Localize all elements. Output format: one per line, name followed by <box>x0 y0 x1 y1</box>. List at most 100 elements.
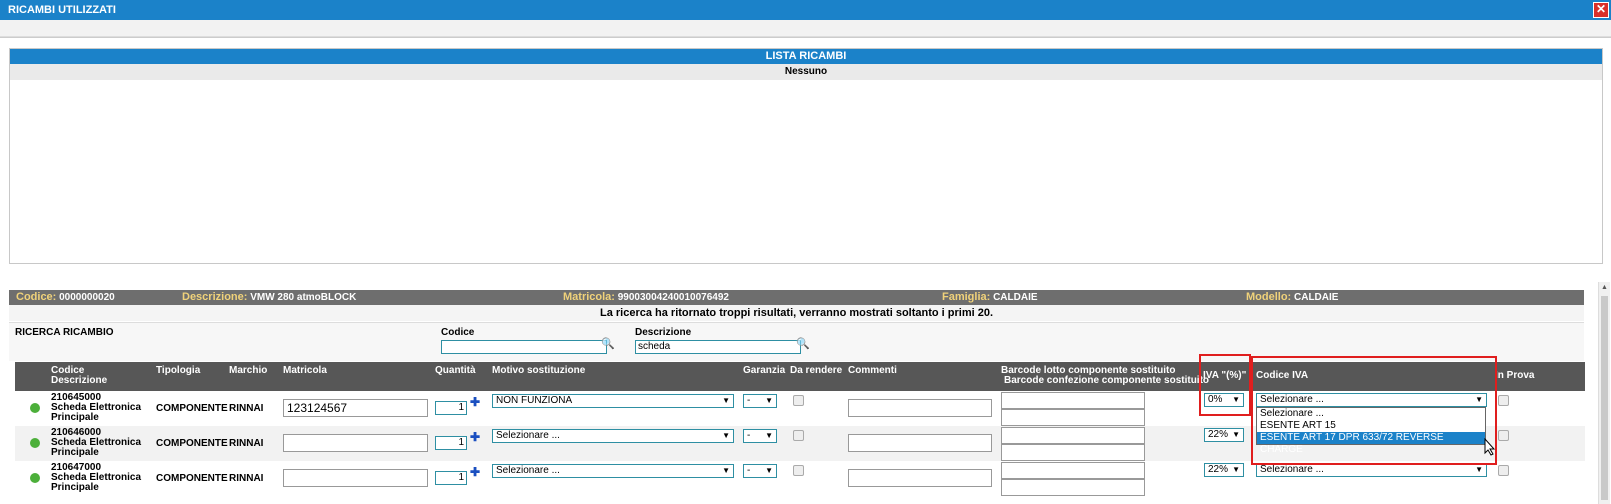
commenti-input[interactable] <box>848 469 992 487</box>
plus-icon[interactable]: ✚ <box>470 395 480 409</box>
garanzia-select[interactable]: - ▼ <box>743 429 777 443</box>
lista-empty-text: Nessuno <box>10 64 1602 80</box>
info-modello-value: CALDAIE <box>1294 292 1339 303</box>
row-code-desc: 210647000 Scheda Elettronica Principale <box>51 463 141 493</box>
iva-value: 22% <box>1208 464 1229 475</box>
vertical-scrollbar[interactable]: ▲ <box>1598 282 1610 504</box>
info-matricola-value: 99003004240010076492 <box>617 292 729 303</box>
header-matricola: Matricola <box>283 365 327 376</box>
header-motivo: Motivo sostituzione <box>492 365 586 376</box>
chevron-down-icon: ▼ <box>1232 465 1240 474</box>
header-commenti: Commenti <box>848 365 897 376</box>
garanzia-select[interactable]: - ▼ <box>743 464 777 478</box>
in-prova-checkbox[interactable] <box>1498 395 1509 406</box>
da-rendere-checkbox[interactable] <box>793 430 804 441</box>
motivo-select[interactable]: NON FUNZIONA ▼ <box>492 394 734 408</box>
quantity-input[interactable]: 1 <box>435 471 467 485</box>
row-marchio: RINNAI <box>229 403 264 414</box>
product-info-bar: Codice: 0000000020 Descrizione: VMW 280 … <box>9 290 1584 305</box>
commenti-input[interactable] <box>848 434 992 452</box>
barcode-confezione-input[interactable] <box>1001 444 1145 461</box>
status-ok-icon <box>30 438 40 448</box>
motivo-value: Selezionare ... <box>496 465 560 476</box>
scroll-up-icon[interactable]: ▲ <box>1601 284 1608 291</box>
iva-select[interactable]: 22% ▼ <box>1204 463 1244 477</box>
window-titlebar: RICAMBI UTILIZZATI ✕ <box>0 0 1611 20</box>
iva-select[interactable]: 22% ▼ <box>1204 428 1244 442</box>
too-many-results-warning: La ricerca ha ritornato troppi risultati… <box>9 305 1584 321</box>
plus-icon[interactable]: ✚ <box>470 465 480 479</box>
motivo-value: NON FUNZIONA <box>496 395 573 406</box>
row-desc: Principale <box>51 447 99 458</box>
in-prova-checkbox[interactable] <box>1498 465 1509 476</box>
chevron-down-icon: ▼ <box>722 396 730 405</box>
close-icon[interactable]: ✕ <box>1593 2 1609 18</box>
search-codice-label: Codice <box>441 327 475 338</box>
motivo-select[interactable]: Selezionare ... ▼ <box>492 429 734 443</box>
info-descrizione: Descrizione: VMW 280 atmoBLOCK <box>182 290 356 305</box>
in-prova-checkbox[interactable] <box>1498 430 1509 441</box>
info-descrizione-value: VMW 280 atmoBLOCK <box>250 292 357 303</box>
chevron-down-icon: ▼ <box>765 466 773 475</box>
lista-ricambi-title: LISTA RICAMBI <box>10 49 1602 64</box>
search-descrizione-label: Descrizione <box>635 327 692 338</box>
toolbar-strip <box>0 20 1611 37</box>
info-codice: Codice: 0000000020 <box>16 290 115 305</box>
row-code-desc: 210645000 Scheda Elettronica Principale <box>51 393 141 423</box>
motivo-select[interactable]: Selezionare ... ▼ <box>492 464 734 478</box>
status-ok-icon <box>30 403 40 413</box>
plus-icon[interactable]: ✚ <box>470 430 480 444</box>
garanzia-select[interactable]: - ▼ <box>743 394 777 408</box>
barcode-lotto-input[interactable] <box>1001 427 1145 444</box>
matricola-input[interactable] <box>283 434 428 452</box>
row-tipologia: COMPONENTE <box>156 473 228 484</box>
header-da-rendere: Da rendere <box>790 365 843 376</box>
chevron-down-icon: ▼ <box>765 396 773 405</box>
search-codice-input[interactable] <box>441 340 607 354</box>
codice-iva-select[interactable]: Selezionare ... ▼ <box>1256 463 1487 477</box>
scrollbar-thumb[interactable] <box>1601 296 1608 500</box>
search-icon[interactable]: 🔍 <box>601 337 615 350</box>
info-famiglia-label: Famiglia: <box>942 291 991 303</box>
matricola-input[interactable]: 123124567 <box>283 399 428 417</box>
info-codice-label: Codice: <box>16 291 57 303</box>
mouse-cursor-icon <box>1484 438 1496 456</box>
chevron-down-icon: ▼ <box>722 431 730 440</box>
da-rendere-checkbox[interactable] <box>793 465 804 476</box>
barcode-lotto-input[interactable] <box>1001 392 1145 409</box>
header-in-prova: In Prova <box>1495 370 1535 381</box>
row-tipologia: COMPONENTE <box>156 438 228 449</box>
row-marchio: RINNAI <box>229 438 264 449</box>
chevron-down-icon: ▼ <box>765 431 773 440</box>
info-famiglia: Famiglia: CALDAIE <box>942 290 1038 305</box>
matricola-input[interactable] <box>283 469 428 487</box>
row-marchio: RINNAI <box>229 473 264 484</box>
info-descrizione-label: Descrizione: <box>182 291 248 303</box>
quantity-input[interactable]: 1 <box>435 401 467 415</box>
commenti-input[interactable] <box>848 399 992 417</box>
search-icon[interactable]: 🔍 <box>796 337 810 350</box>
search-descrizione-input[interactable]: scheda <box>635 340 801 354</box>
barcode-confezione-input[interactable] <box>1001 409 1145 426</box>
quantity-input[interactable]: 1 <box>435 436 467 450</box>
info-famiglia-value: CALDAIE <box>993 292 1038 303</box>
barcode-lotto-input[interactable] <box>1001 462 1145 479</box>
header-marchio: Marchio <box>229 365 268 376</box>
chevron-down-icon: ▼ <box>1232 430 1240 439</box>
da-rendere-checkbox[interactable] <box>793 395 804 406</box>
status-ok-icon <box>30 473 40 483</box>
info-modello: Modello: CALDAIE <box>1246 290 1338 305</box>
header-barcode-confezione: Barcode confezione componente sostituito <box>1004 375 1210 386</box>
info-matricola-label: Matricola: <box>563 291 615 303</box>
table-row[interactable]: 210647000 Scheda Elettronica Principale … <box>15 461 1585 496</box>
lista-ricambi-panel: LISTA RICAMBI Nessuno <box>9 48 1603 264</box>
header-garanzia: Garanzia <box>743 365 786 376</box>
row-code-desc: 210646000 Scheda Elettronica Principale <box>51 428 141 458</box>
info-matricola: Matricola: 99003004240010076492 <box>563 290 729 305</box>
garanzia-value: - <box>747 430 751 441</box>
garanzia-value: - <box>747 465 751 476</box>
chevron-down-icon: ▼ <box>722 466 730 475</box>
barcode-confezione-input[interactable] <box>1001 479 1145 496</box>
iva-highlight-box <box>1199 354 1251 416</box>
window-title: RICAMBI UTILIZZATI <box>8 4 116 16</box>
